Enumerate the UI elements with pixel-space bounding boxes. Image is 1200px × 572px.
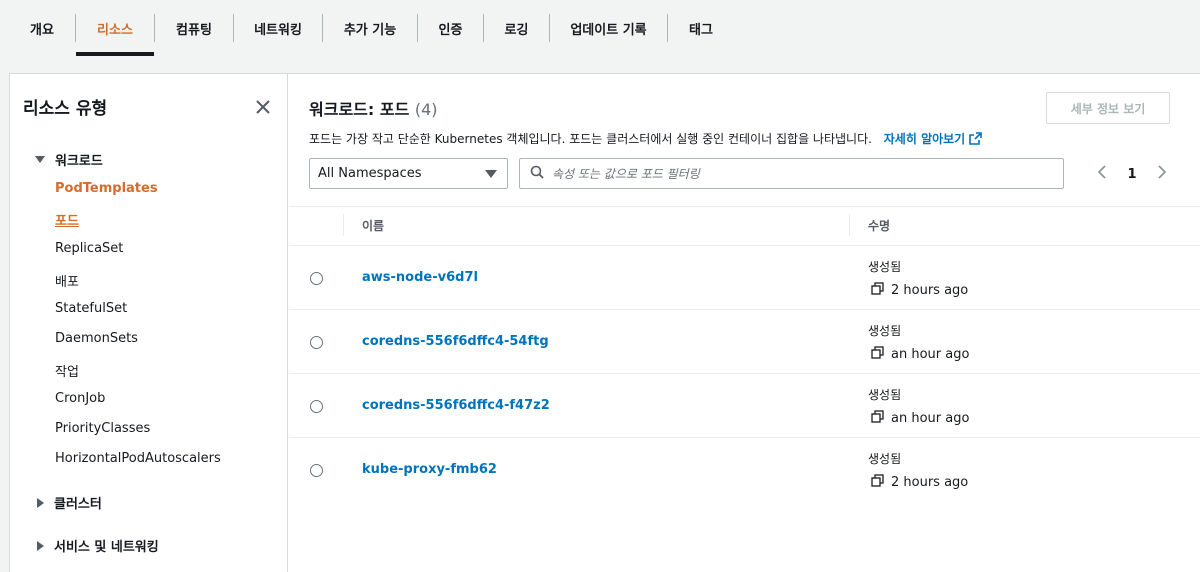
lifetime-label: 생성됨 xyxy=(868,388,902,402)
title-text: 워크로드: 포드 xyxy=(309,100,410,119)
lifetime-value: 2 hours ago xyxy=(871,474,968,491)
prev-page-icon[interactable] xyxy=(1097,164,1107,184)
lifetime-value: an hour ago xyxy=(871,410,969,427)
learn-more-text: 자세히 알아보기 xyxy=(883,132,966,146)
pod-name-link[interactable]: coredns-556f6dffc4-f47z2 xyxy=(362,398,550,413)
column-divider xyxy=(343,214,344,236)
column-header-lifetime[interactable]: 수명 xyxy=(868,217,890,234)
age-text: 2 hours ago xyxy=(891,283,969,298)
copy-icon xyxy=(871,410,885,427)
copy-icon xyxy=(871,346,885,363)
tab-update-history[interactable]: 업데이트 기록 xyxy=(550,0,667,56)
row-radio[interactable] xyxy=(310,336,323,349)
column-header-name[interactable]: 이름 xyxy=(362,217,384,234)
lifetime-value: 2 hours ago xyxy=(871,282,968,299)
external-link-icon xyxy=(969,132,983,148)
lifetime-label: 생성됨 xyxy=(868,324,902,338)
tab-label: 추가 기능 xyxy=(343,22,397,38)
resource-type-sidebar: 리소스 유형 워크로드 PodTemplates 포드 ReplicaSet 배… xyxy=(10,74,288,572)
tab-label: 태그 xyxy=(689,22,713,38)
copy-icon xyxy=(871,474,885,491)
tab-label: 리소스 xyxy=(97,22,133,38)
tab-overview[interactable]: 개요 xyxy=(18,0,66,56)
sidebar-item-statefulset[interactable]: StatefulSet xyxy=(55,301,127,316)
namespace-select[interactable]: All Namespaces xyxy=(309,158,508,189)
top-tabs: 개요 리소스 컴퓨팅 네트워킹 추가 기능 인증 로깅 업데이트 기록 태그 xyxy=(0,0,1200,56)
table-row[interactable]: kube-proxy-fmb62 생성됨 2 hours ago xyxy=(289,438,1200,502)
close-icon[interactable] xyxy=(252,96,274,118)
sidebar-item-daemonsets[interactable]: DaemonSets xyxy=(55,331,138,346)
sidebar-item-deployments[interactable]: 배포 xyxy=(55,271,79,290)
section-label: 클러스터 xyxy=(54,497,102,512)
sidebar-item-podtemplates[interactable]: PodTemplates xyxy=(55,181,158,196)
lifetime-label: 생성됨 xyxy=(868,260,902,274)
caret-down-icon xyxy=(35,156,45,163)
tab-label: 개요 xyxy=(30,22,54,38)
sidebar-section-workloads[interactable]: 워크로드 xyxy=(35,150,103,169)
sidebar-section-service-networking[interactable]: 서비스 및 네트워킹 xyxy=(35,536,159,555)
resources-panel: 리소스 유형 워크로드 PodTemplates 포드 ReplicaSet 배… xyxy=(9,73,1200,572)
section-label: 서비스 및 네트워킹 xyxy=(54,540,159,555)
table-divider xyxy=(289,206,1200,207)
caret-right-icon xyxy=(37,497,44,508)
table-row[interactable]: aws-node-v6d7l 생성됨 2 hours ago xyxy=(289,246,1200,310)
tab-resources[interactable]: 리소스 xyxy=(76,0,154,56)
pagination: 1 xyxy=(1097,162,1167,186)
sidebar-item-priorityclasses[interactable]: PriorityClasses xyxy=(55,421,150,436)
tab-label: 컴퓨팅 xyxy=(176,22,212,38)
sidebar-item-cronjob[interactable]: CronJob xyxy=(55,391,105,406)
tab-label: 업데이트 기록 xyxy=(570,22,647,38)
pod-name-link[interactable]: aws-node-v6d7l xyxy=(362,270,478,285)
sidebar-title: 리소스 유형 xyxy=(23,99,108,119)
tab-logging[interactable]: 로깅 xyxy=(484,0,549,56)
tab-auth[interactable]: 인증 xyxy=(418,0,483,56)
tab-label: 인증 xyxy=(438,22,463,38)
search-icon xyxy=(530,165,544,183)
view-details-button[interactable]: 세부 정보 보기 xyxy=(1046,92,1170,124)
lifetime-label: 생성됨 xyxy=(868,452,902,466)
row-radio[interactable] xyxy=(310,464,323,477)
caret-right-icon xyxy=(37,540,44,551)
search-input[interactable] xyxy=(552,166,1032,181)
tab-compute[interactable]: 컴퓨팅 xyxy=(155,0,233,56)
row-radio[interactable] xyxy=(310,272,323,285)
description-text: 포드는 가장 작고 단순한 Kubernetes 객체입니다. 포드는 클러스터… xyxy=(309,132,872,146)
pods-content: 워크로드: 포드 (4) 세부 정보 보기 포드는 가장 작고 단순한 Kube… xyxy=(289,74,1200,572)
copy-icon xyxy=(871,282,885,299)
sidebar-item-pods[interactable]: 포드 xyxy=(55,210,79,229)
tab-tags[interactable]: 태그 xyxy=(668,0,734,56)
pod-filter-search[interactable] xyxy=(519,158,1064,189)
table-row[interactable]: coredns-556f6dffc4-54ftg 생성됨 an hour ago xyxy=(289,310,1200,374)
table-row[interactable]: coredns-556f6dffc4-f47z2 생성됨 an hour ago xyxy=(289,374,1200,438)
active-tab-indicator xyxy=(76,52,154,56)
namespace-select-value: All Namespaces xyxy=(318,166,422,181)
tab-networking[interactable]: 네트워킹 xyxy=(234,0,322,56)
caret-down-icon xyxy=(485,170,497,178)
lifetime-value: an hour ago xyxy=(871,346,969,363)
tab-label: 네트워킹 xyxy=(254,22,302,38)
age-text: an hour ago xyxy=(891,411,970,426)
sidebar-item-replicaset[interactable]: ReplicaSet xyxy=(55,241,123,256)
age-text: an hour ago xyxy=(891,347,970,362)
sidebar-section-cluster[interactable]: 클러스터 xyxy=(35,493,102,512)
sidebar-item-jobs[interactable]: 작업 xyxy=(55,361,79,380)
current-page[interactable]: 1 xyxy=(1127,167,1136,182)
pod-name-link[interactable]: kube-proxy-fmb62 xyxy=(362,462,497,477)
section-label: 워크로드 xyxy=(55,154,103,169)
tab-label: 로깅 xyxy=(504,22,529,38)
age-text: 2 hours ago xyxy=(891,475,969,490)
row-radio[interactable] xyxy=(310,400,323,413)
next-page-icon[interactable] xyxy=(1157,164,1167,184)
sidebar-item-hpa[interactable]: HorizontalPodAutoscalers xyxy=(55,451,221,466)
tab-addons[interactable]: 추가 기능 xyxy=(323,0,417,56)
description: 포드는 가장 작고 단순한 Kubernetes 객체입니다. 포드는 클러스터… xyxy=(309,130,983,148)
item-count: (4) xyxy=(414,100,438,119)
learn-more-link[interactable]: 자세히 알아보기 xyxy=(883,132,983,148)
page-title: 워크로드: 포드 (4) xyxy=(309,96,438,120)
column-divider xyxy=(849,214,850,236)
pod-name-link[interactable]: coredns-556f6dffc4-54ftg xyxy=(362,334,549,349)
